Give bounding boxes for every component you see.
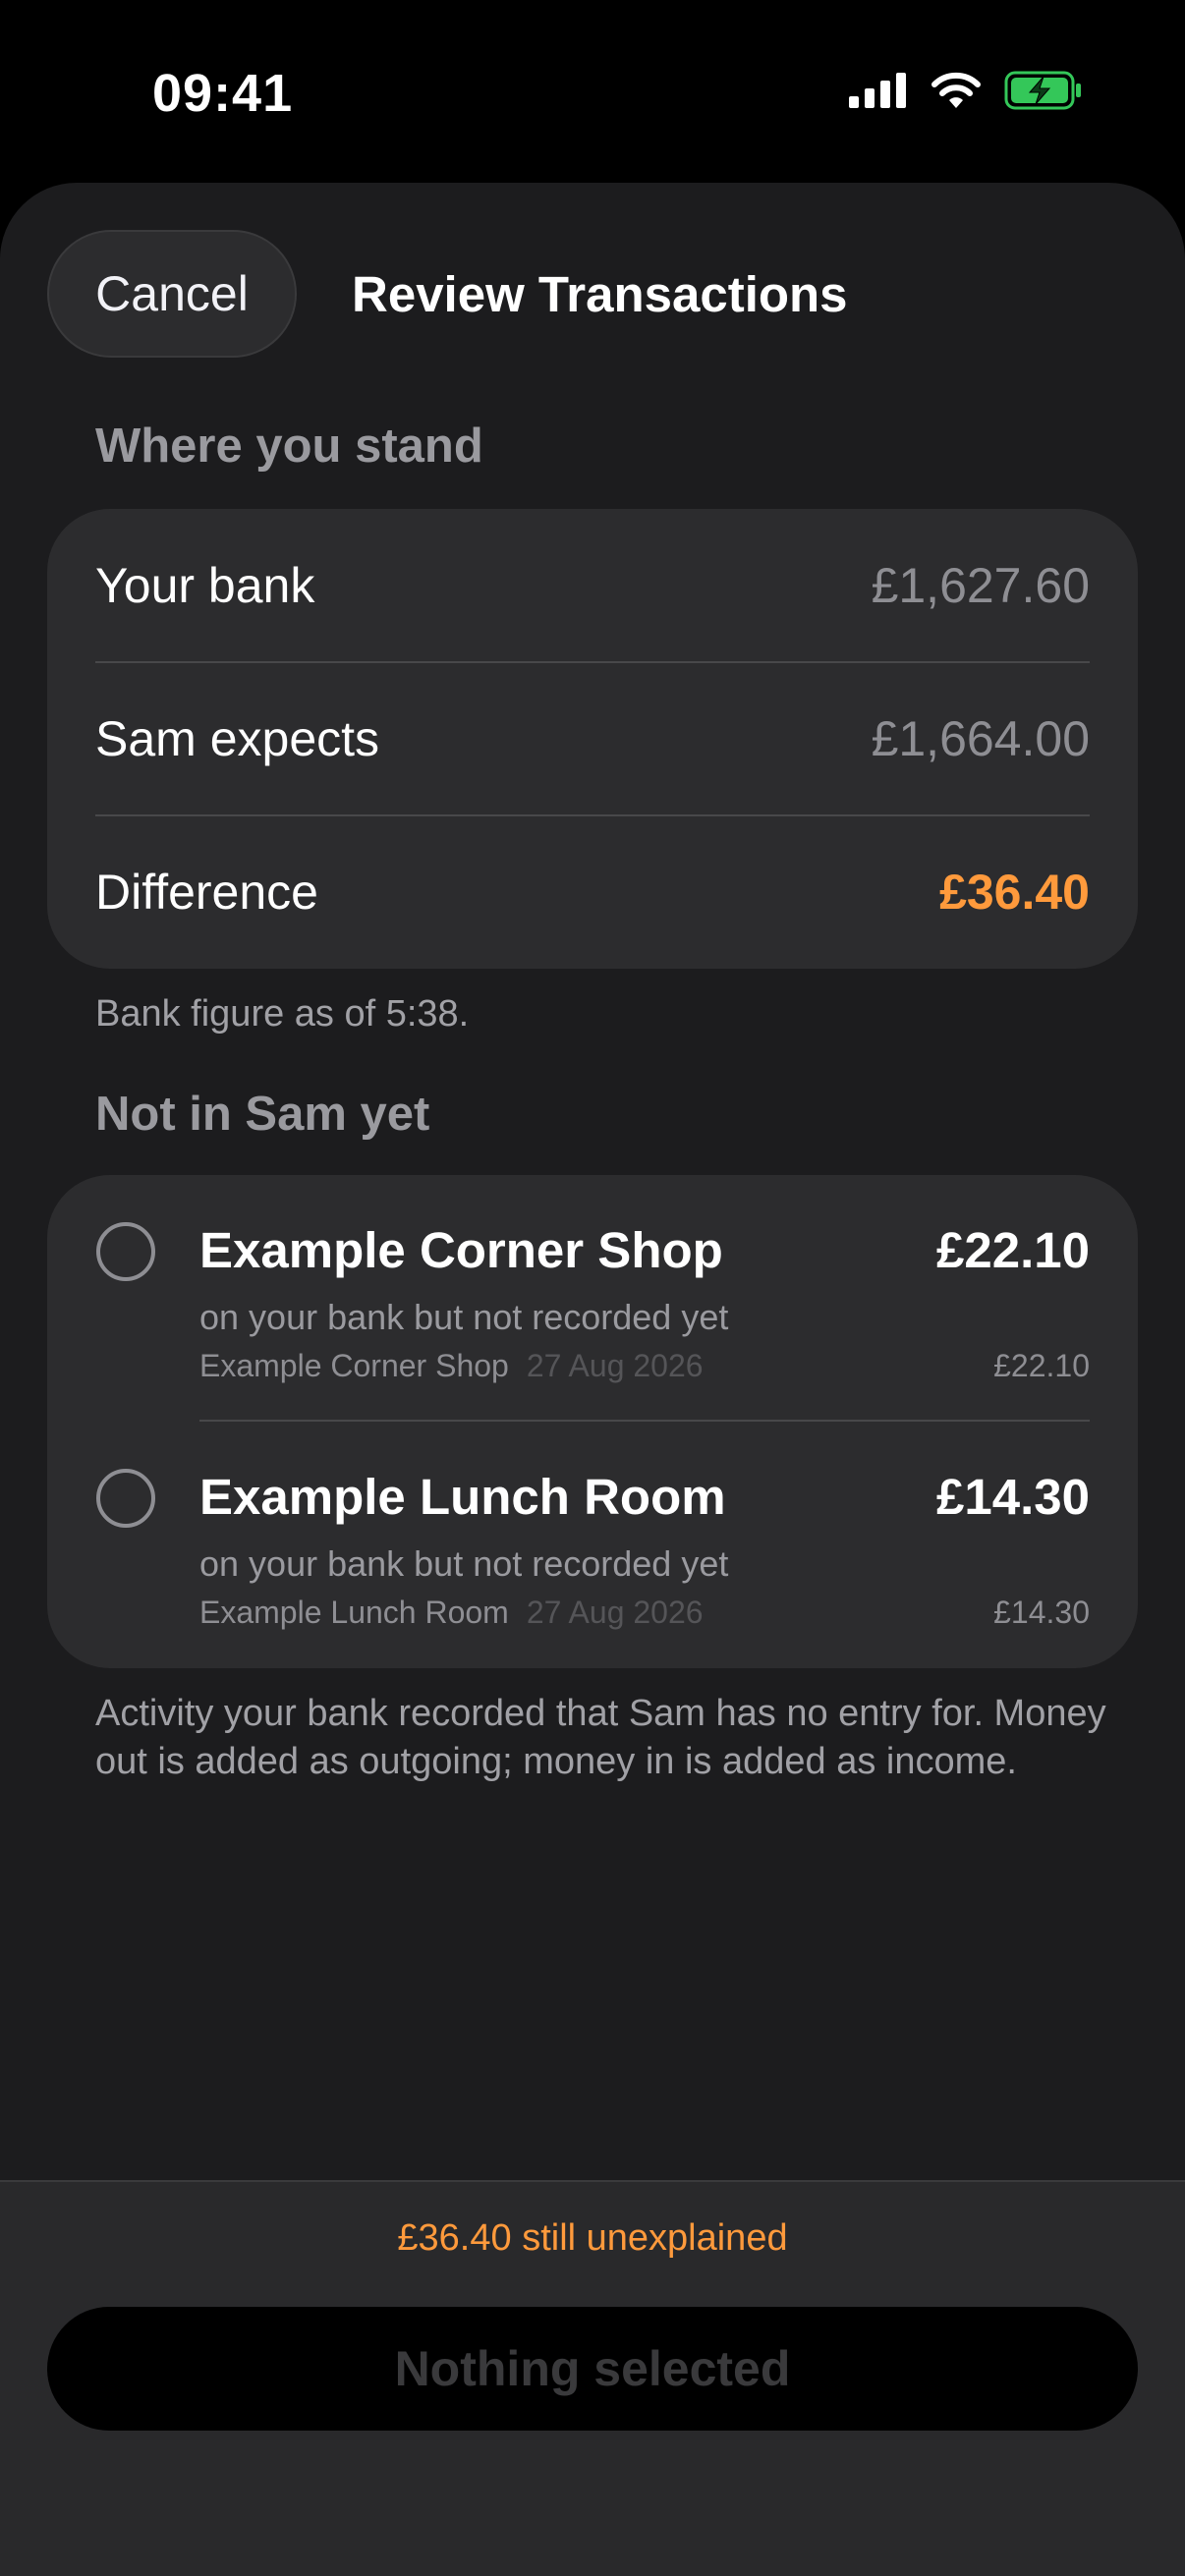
transaction-item[interactable]: Example Corner Shop £22.10 on your bank …: [47, 1175, 1138, 1421]
difference-value: £36.40: [939, 865, 1090, 920]
cancel-button[interactable]: Cancel: [47, 230, 297, 358]
transaction-status: on your bank but not recorded yet: [199, 1297, 729, 1337]
bank-figure-footnote: Bank figure as of 5:38.: [95, 993, 470, 1035]
summary-value: £1,664.00: [871, 711, 1090, 766]
transaction-name: Example Lunch Room: [199, 1469, 726, 1525]
transaction-amount: £14.30: [936, 1469, 1090, 1525]
summary-value: £1,627.60: [871, 558, 1090, 613]
section-heading-where-you-stand: Where you stand: [95, 420, 483, 473]
summary-label: Sam expects: [95, 711, 380, 766]
status-time: 09:41: [152, 64, 294, 123]
summary-row-your-bank: Your bank £1,627.60: [95, 509, 1090, 662]
status-bar: 09:41: [0, 0, 1185, 187]
pending-transactions-card: Example Corner Shop £22.10 on your bank …: [47, 1175, 1138, 1668]
bank-merchant-name: Example Corner Shop: [199, 1348, 509, 1383]
section-heading-not-in-sam: Not in Sam yet: [95, 1088, 430, 1141]
bank-amount: £22.10: [993, 1348, 1090, 1383]
select-radio[interactable]: [96, 1222, 155, 1281]
transaction-amount: £22.10: [936, 1222, 1090, 1278]
summary-label: Difference: [95, 865, 318, 920]
transaction-status: on your bank but not recorded yet: [199, 1543, 729, 1584]
status-icons: [849, 71, 1083, 115]
transaction-date: 27 Aug 2026: [526, 1348, 704, 1383]
explanation-text: Activity your bank recorded that Sam has…: [95, 1693, 1106, 1782]
page-title: Review Transactions: [352, 266, 848, 322]
unexplained-amount-text: £36.40 still unexplained: [397, 2217, 788, 2259]
transaction-name: Example Corner Shop: [199, 1222, 723, 1278]
bank-merchant-name: Example Lunch Room: [199, 1595, 509, 1630]
cellular-signal-icon: [849, 73, 908, 113]
summary-row-difference: Difference £36.40: [95, 815, 1090, 969]
transaction-date: 27 Aug 2026: [526, 1595, 704, 1630]
transaction-item[interactable]: Example Lunch Room £14.30 on your bank b…: [47, 1422, 1138, 1667]
summary-label: Your bank: [95, 558, 315, 613]
summary-row-sam-expects: Sam expects £1,664.00: [95, 662, 1090, 815]
transaction-meta: Example Corner Shop 27 Aug 2026: [199, 1348, 704, 1384]
summary-card: Your bank £1,627.60 Sam expects £1,664.0…: [47, 509, 1138, 969]
bank-amount: £14.30: [993, 1595, 1090, 1630]
wifi-icon: [930, 71, 983, 115]
confirm-selection-button[interactable]: Nothing selected: [47, 2307, 1138, 2431]
bottom-bar: £36.40 still unexplained Nothing selecte…: [0, 2180, 1185, 2576]
battery-charging-icon: [1004, 71, 1083, 115]
select-radio[interactable]: [96, 1469, 155, 1528]
transaction-meta: Example Lunch Room 27 Aug 2026: [199, 1595, 704, 1631]
